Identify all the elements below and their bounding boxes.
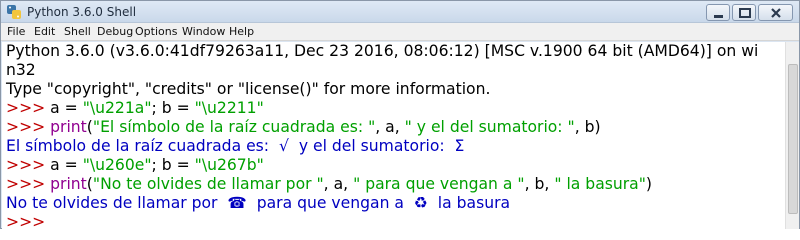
shell-prompt: >>> [6, 156, 51, 174]
shell-text-segment: Type "copyright", "credits" or "license(… [6, 80, 491, 98]
shell-text-segment: print [50, 118, 87, 136]
menu-shell[interactable]: Shell [64, 25, 91, 38]
shell-text-segment: , b, [524, 175, 555, 193]
shell-text-segment: "\u267b" [194, 156, 264, 174]
shell-prompt: >>> [6, 175, 51, 193]
menu-help[interactable]: Help [229, 25, 254, 38]
menu-window[interactable]: Window [182, 25, 225, 38]
shell-text-segment: "\u2211" [194, 99, 264, 117]
shell-text-segment: " la basura" [554, 175, 646, 193]
shell-line: El símbolo de la raíz cuadrada es: √ y e… [6, 137, 786, 156]
shell-line: n32 [6, 61, 786, 80]
shell-text-segment: print [50, 175, 87, 193]
python-icon [6, 4, 22, 20]
shell-text-segment: "El símbolo de la raíz cuadrada es: " [92, 118, 376, 136]
window-title: Python 3.6.0 Shell [27, 5, 137, 19]
title-bar[interactable]: Python 3.6.0 Shell [1, 1, 799, 23]
shell-line: Type "copyright", "credits" or "license(… [6, 80, 786, 99]
minimize-icon [714, 15, 723, 18]
shell-text-segment: " para que vengan a " [353, 175, 525, 193]
shell-text-segment: "No te olvides de llamar por " [92, 175, 324, 193]
maximize-button[interactable] [732, 4, 756, 21]
shell-text-segment: a = [50, 156, 83, 174]
shell-text-area[interactable]: Python 3.6.0 (v3.6.0:41df79263a11, Dec 2… [2, 42, 786, 232]
shell-text-segment: Python 3.6.0 (v3.6.0:41df79263a11, Dec 2… [6, 42, 759, 60]
close-icon [771, 8, 781, 18]
shell-line: >>> a = "\u260e"; b = "\u267b" [6, 156, 786, 175]
shell-prompt: >>> [6, 213, 51, 231]
minimize-button[interactable] [706, 4, 730, 21]
shell-text-segment: "\u221a" [82, 99, 152, 117]
shell-text-segment: , a, [323, 175, 354, 193]
shell-line: >>> [6, 213, 786, 232]
shell-text-segment: , b) [574, 118, 601, 136]
shell-text-segment: El símbolo de la raíz cuadrada es: √ y e… [6, 137, 465, 155]
shell-line: >>> print("No te olvides de llamar por "… [6, 175, 786, 194]
menu-options[interactable]: Options [135, 25, 177, 38]
shell-output: Python 3.6.0 (v3.6.0:41df79263a11, Dec 2… [6, 42, 786, 232]
shell-text-segment: ; b = [151, 99, 195, 117]
shell-prompt: >>> [6, 118, 51, 136]
shell-text-segment: a = [50, 99, 83, 117]
shell-text-segment: , a, [375, 118, 405, 136]
shell-text-segment: " y el del sumatorio: " [404, 118, 575, 136]
menu-file[interactable]: File [7, 25, 25, 38]
menu-edit[interactable]: Edit [34, 25, 55, 38]
shell-text-segment: n32 [6, 61, 36, 79]
vertical-scrollbar[interactable] [785, 42, 799, 229]
shell-text-segment: No te olvides de llamar por ☎ para que v… [6, 194, 511, 212]
scrollbar-thumb[interactable] [788, 64, 798, 214]
menu-bar: File Edit Shell Debug Options Window Hel… [1, 23, 799, 41]
shell-line: >>> print("El símbolo de la raíz cuadrad… [6, 118, 786, 137]
shell-text-segment: ; b = [151, 156, 195, 174]
shell-prompt: >>> [6, 99, 51, 117]
maximize-icon [739, 8, 751, 18]
shell-text-segment: ) [645, 175, 652, 193]
shell-line: >>> a = "\u221a"; b = "\u2211" [6, 99, 786, 118]
menu-debug[interactable]: Debug [97, 25, 133, 38]
idle-shell-window: Python 3.6.0 Shell File Edit Shell Debug… [0, 0, 800, 232]
shell-line: No te olvides de llamar por ☎ para que v… [6, 194, 786, 213]
shell-line: Python 3.6.0 (v3.6.0:41df79263a11, Dec 2… [6, 42, 786, 61]
close-button[interactable] [758, 4, 793, 21]
shell-text-segment: "\u260e" [82, 156, 152, 174]
